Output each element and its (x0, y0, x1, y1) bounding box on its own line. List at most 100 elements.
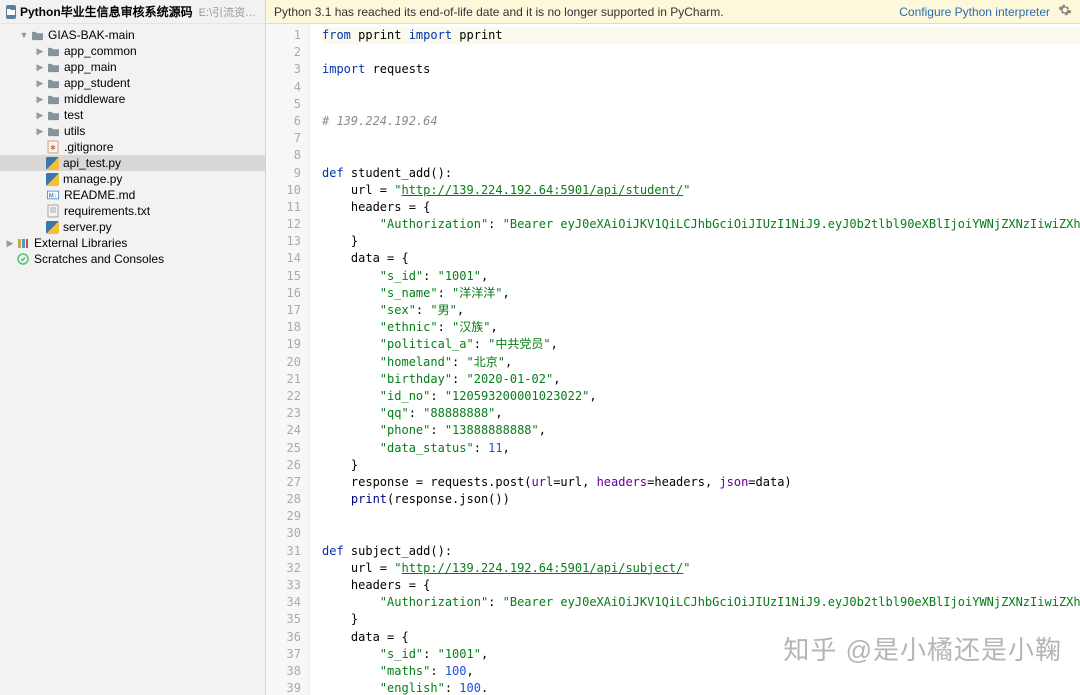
folder-utils[interactable]: ▶ utils (0, 123, 265, 139)
code-line[interactable]: } (322, 457, 1080, 474)
line-number: 35 (272, 611, 301, 628)
code-line[interactable]: "id_no": "120593200001023022", (322, 388, 1080, 405)
py-icon (46, 157, 59, 170)
folder-gias-bak-main[interactable]: ▼GIAS-BAK-main (0, 27, 265, 43)
code-line[interactable]: url = "http://139.224.192.64:5901/api/su… (322, 560, 1080, 577)
line-number: 10 (272, 182, 301, 199)
code-editor[interactable]: 1234567891011121314151617181920212223242… (266, 24, 1080, 695)
tree-item-label: Scratches and Consoles (34, 252, 164, 266)
file-requirements[interactable]: requirements.txt (0, 203, 265, 219)
file-manage[interactable]: manage.py (0, 171, 265, 187)
project-icon (6, 5, 16, 19)
code-line[interactable] (322, 96, 1080, 113)
code-line[interactable] (322, 44, 1080, 61)
svg-text:✱: ✱ (50, 144, 56, 152)
tree-arrow[interactable]: ▶ (34, 110, 46, 121)
folder-icon (30, 28, 44, 42)
line-number: 17 (272, 302, 301, 319)
tree-arrow[interactable]: ▶ (34, 46, 46, 57)
code-line[interactable]: } (322, 611, 1080, 628)
code-line[interactable]: data = { (322, 629, 1080, 646)
code-line[interactable] (322, 79, 1080, 96)
code-line[interactable]: response = requests.post(url=url, header… (322, 474, 1080, 491)
tree-item-label: middleware (64, 92, 125, 106)
code-line[interactable]: "s_id": "1001", (322, 646, 1080, 663)
code-line[interactable]: def student_add(): (322, 165, 1080, 182)
folder-app-common[interactable]: ▶app_common (0, 43, 265, 59)
tree-arrow[interactable]: ▶ (4, 238, 16, 249)
code-line[interactable]: import requests (322, 61, 1080, 78)
code-line[interactable]: "qq": "88888888", (322, 405, 1080, 422)
code-line[interactable]: "political_a": "中共党员", (322, 336, 1080, 353)
folder-icon (46, 44, 60, 58)
code-line[interactable]: "phone": "13888888888", (322, 422, 1080, 439)
file-gitignore[interactable]: ✱.gitignore (0, 139, 265, 155)
project-header[interactable]: Python毕业生信息审核系统源码 E:\引流资料\引流资料 (0, 0, 265, 24)
md-icon: M↓ (46, 188, 60, 202)
code-line[interactable]: "Authorization": "Bearer eyJ0eXAiOiJKV1Q… (322, 594, 1080, 611)
editor-area: Python 3.1 has reached its end-of-life d… (266, 0, 1080, 695)
tree-arrow[interactable]: ▶ (34, 78, 46, 89)
code-line[interactable]: "sex": "男", (322, 302, 1080, 319)
external-libraries[interactable]: ▶External Libraries (0, 235, 265, 251)
banner-message: Python 3.1 has reached its end-of-life d… (274, 5, 724, 19)
code-line[interactable]: data = { (322, 250, 1080, 267)
code-line[interactable]: "s_id": "1001", (322, 268, 1080, 285)
line-number: 9 (272, 165, 301, 182)
code-line[interactable] (322, 525, 1080, 542)
code-line[interactable]: headers = { (322, 577, 1080, 594)
code-line[interactable]: # 139.224.192.64 (322, 113, 1080, 130)
code-line[interactable]: } (322, 233, 1080, 250)
line-number: 21 (272, 371, 301, 388)
tree-arrow[interactable]: ▶ (34, 126, 46, 137)
folder-icon (46, 124, 60, 138)
code-line[interactable]: "s_name": "洋洋洋", (322, 285, 1080, 302)
tree-item-label: app_student (64, 76, 130, 90)
code-line[interactable]: "birthday": "2020-01-02", (322, 371, 1080, 388)
svg-text:M↓: M↓ (49, 194, 57, 200)
code-content[interactable]: from pprint import pprint import request… (310, 24, 1080, 695)
line-number: 4 (272, 79, 301, 96)
line-number: 30 (272, 525, 301, 542)
scratch-icon (16, 252, 30, 266)
tree-item-label: utils (64, 124, 85, 138)
code-line[interactable] (322, 130, 1080, 147)
code-line[interactable]: "homeland": "北京", (322, 354, 1080, 371)
line-number: 22 (272, 388, 301, 405)
project-name: Python毕业生信息审核系统源码 (20, 3, 193, 20)
folder-icon (46, 76, 60, 90)
line-number: 25 (272, 440, 301, 457)
line-number: 36 (272, 629, 301, 646)
code-line[interactable]: from pprint import pprint (322, 27, 1080, 44)
code-line[interactable]: headers = { (322, 199, 1080, 216)
file-api-test[interactable]: api_test.py (0, 155, 265, 171)
code-line[interactable]: "Authorization": "Bearer eyJ0eXAiOiJKV1Q… (322, 216, 1080, 233)
tree-item-label: app_main (64, 60, 117, 74)
code-line[interactable]: "ethnic": "汉族", (322, 319, 1080, 336)
folder-app-student[interactable]: ▶ app_student (0, 75, 265, 91)
code-line[interactable]: "data_status": 11, (322, 440, 1080, 457)
line-number-gutter: 1234567891011121314151617181920212223242… (266, 24, 310, 695)
code-line[interactable]: print(response.json()) (322, 491, 1080, 508)
tree-arrow[interactable]: ▼ (18, 30, 30, 40)
line-number: 24 (272, 422, 301, 439)
folder-app-main[interactable]: ▶ app_main (0, 59, 265, 75)
code-line[interactable] (322, 508, 1080, 525)
folder-middleware[interactable]: ▶ middleware (0, 91, 265, 107)
file-readme[interactable]: M↓README.md (0, 187, 265, 203)
scratches-consoles[interactable]: Scratches and Consoles (0, 251, 265, 267)
configure-interpreter-link[interactable]: Configure Python interpreter (899, 5, 1050, 19)
code-line[interactable]: "maths": 100, (322, 663, 1080, 680)
tree-arrow[interactable]: ▶ (34, 62, 46, 73)
tree-item-label: server.py (63, 220, 112, 234)
line-number: 28 (272, 491, 301, 508)
line-number: 6 (272, 113, 301, 130)
code-line[interactable] (322, 147, 1080, 164)
gear-icon[interactable] (1058, 3, 1072, 20)
folder-test[interactable]: ▶test (0, 107, 265, 123)
code-line[interactable]: def subject_add(): (322, 543, 1080, 560)
file-server[interactable]: server.py (0, 219, 265, 235)
code-line[interactable]: url = "http://139.224.192.64:5901/api/st… (322, 182, 1080, 199)
code-line[interactable]: "english": 100. (322, 680, 1080, 695)
tree-arrow[interactable]: ▶ (34, 94, 46, 105)
